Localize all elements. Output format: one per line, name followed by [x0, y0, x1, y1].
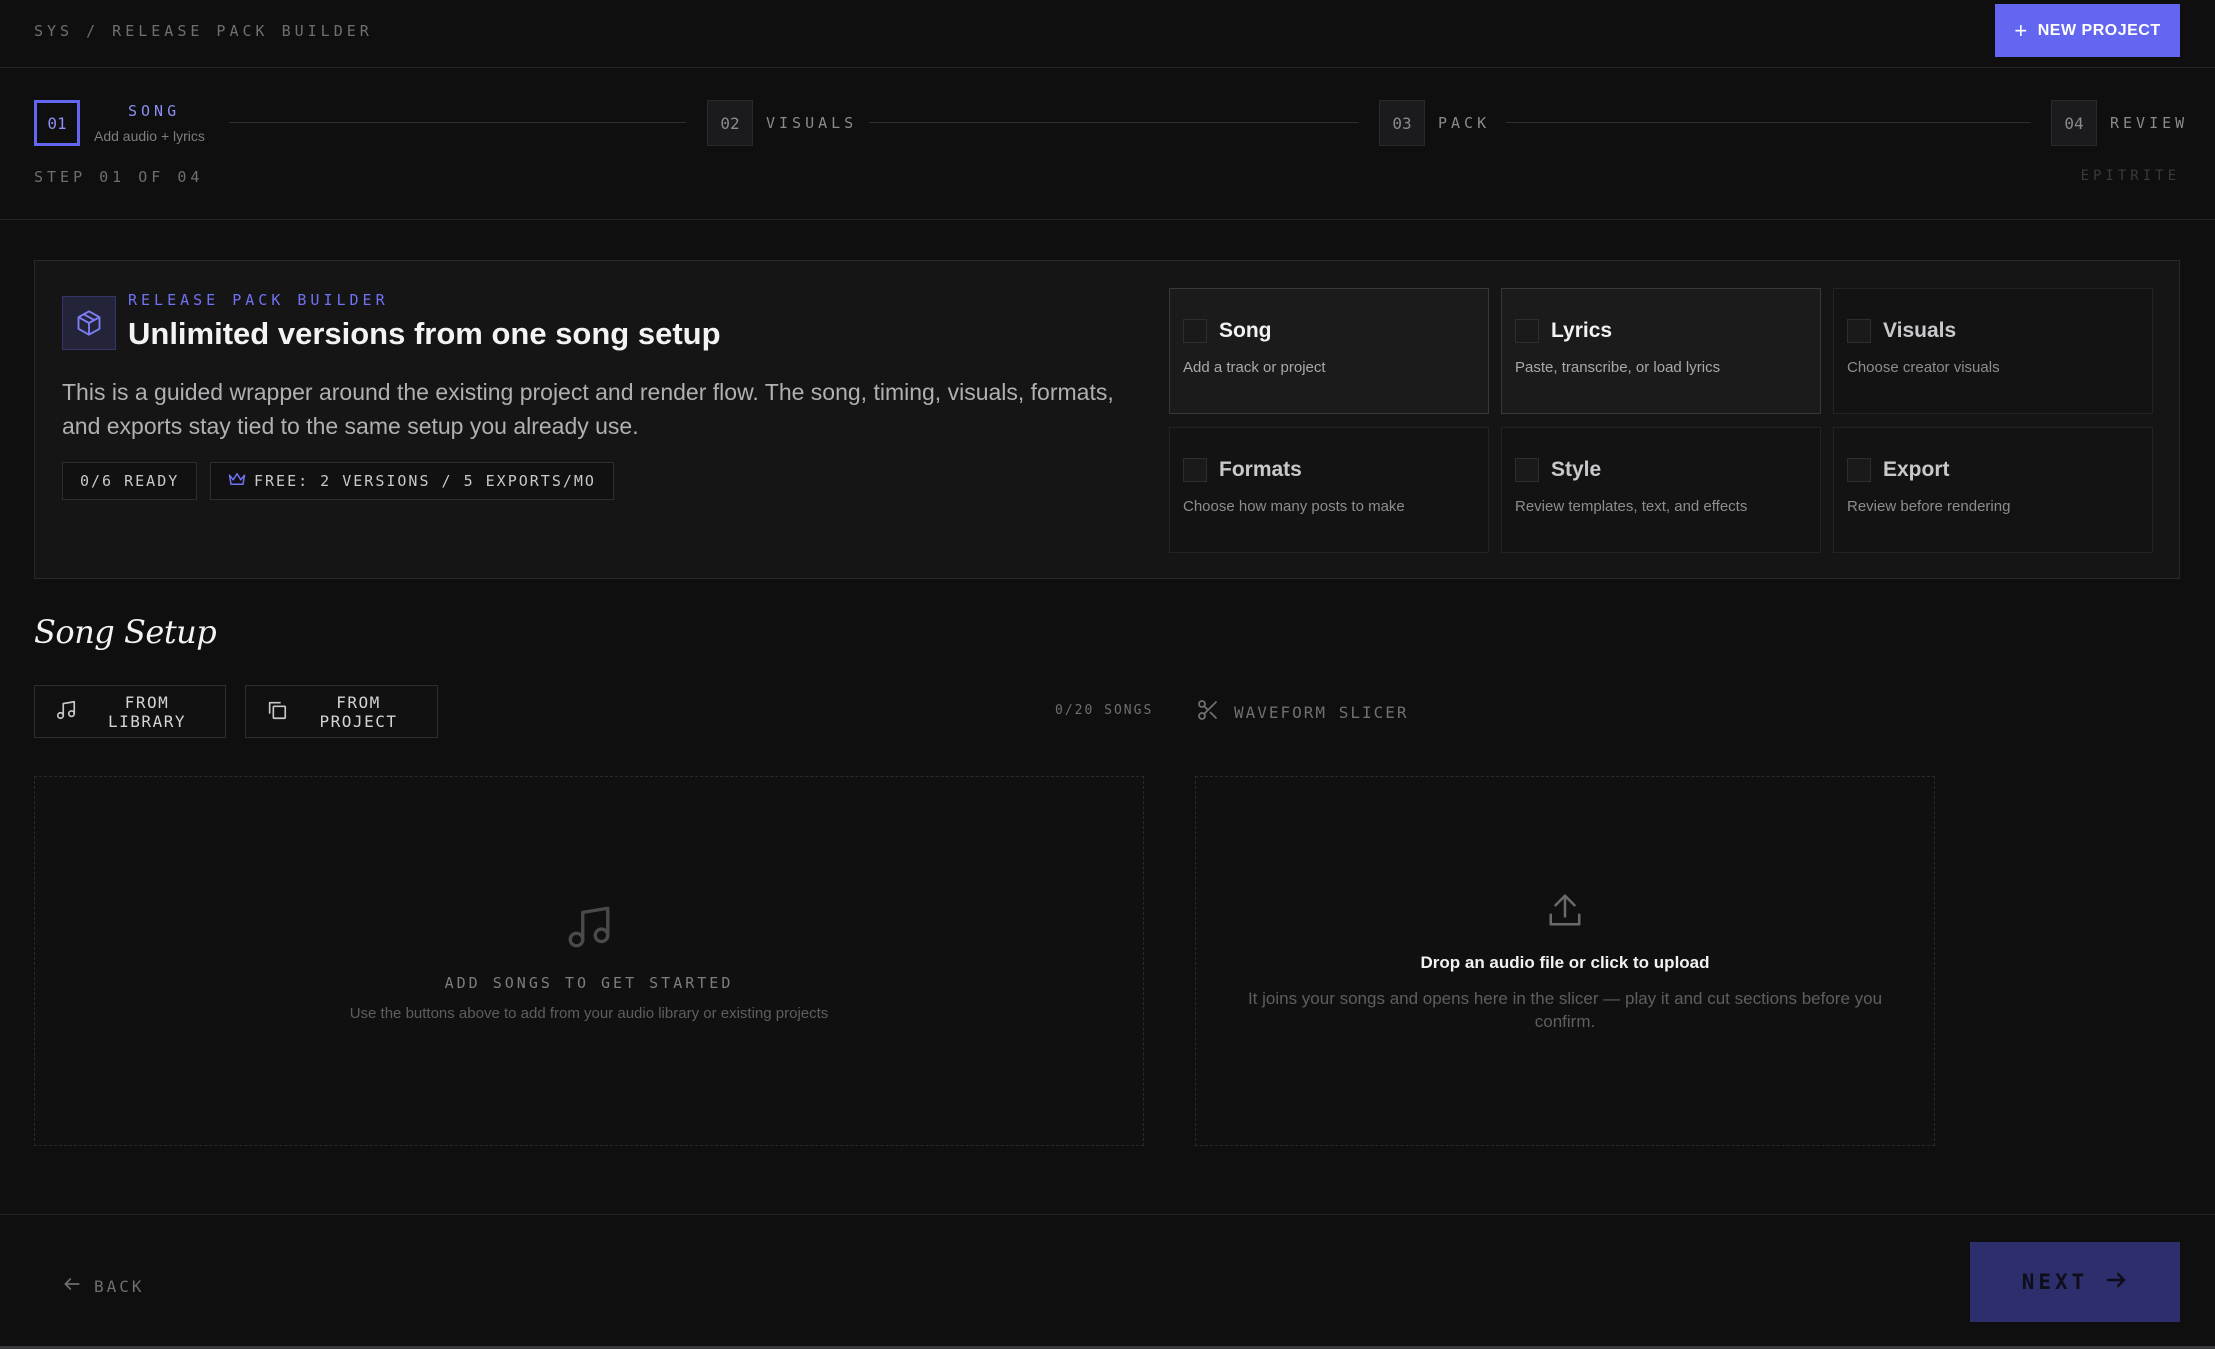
step-3-label[interactable]: PACK	[1438, 114, 1490, 132]
checkbox[interactable]	[1183, 319, 1207, 343]
checklist-formats[interactable]: Formats Choose how many posts to make	[1169, 427, 1489, 553]
empty-state-title: ADD SONGS TO GET STARTED	[444, 974, 734, 992]
step-connector	[1506, 122, 2031, 123]
new-project-button[interactable]: + NEW PROJECT	[1995, 4, 2180, 57]
checklist-title: Style	[1551, 458, 1602, 481]
checklist-sub: Choose creator visuals	[1847, 359, 2000, 376]
upload-title: Drop an audio file or click to upload	[1420, 953, 1710, 972]
checklist-title: Lyrics	[1551, 319, 1613, 342]
upload-dropzone[interactable]: Drop an audio file or click to upload It…	[1195, 776, 1935, 1146]
arrow-left-icon	[62, 1274, 82, 1298]
footer: BACK NEXT	[0, 1214, 2215, 1349]
checklist-sub: Paste, transcribe, or load lyrics	[1515, 359, 1721, 376]
copy-icon	[266, 699, 288, 725]
arrow-right-icon	[2104, 1268, 2128, 1297]
waveform-slicer-label: WAVEFORM SLICER	[1234, 702, 1409, 722]
hero-title: Unlimited versions from one song setup	[128, 316, 721, 351]
section-title: Song Setup	[34, 613, 217, 651]
step-3-number[interactable]: 03	[1379, 100, 1425, 146]
step-2-label[interactable]: VISUALS	[766, 114, 857, 132]
brand-label: EPITRITE	[2080, 168, 2180, 184]
checkbox[interactable]	[1847, 458, 1871, 482]
checklist-style[interactable]: Style Review templates, text, and effect…	[1501, 427, 1821, 553]
step-1-sub: Add audio + lyrics	[94, 128, 205, 144]
checklist-title: Formats	[1219, 458, 1302, 481]
step-1-label[interactable]: SONG	[128, 102, 180, 120]
empty-state-sub: Use the buttons above to add from your a…	[349, 1005, 829, 1022]
checklist-sub: Review templates, text, and effects	[1515, 498, 1748, 515]
step-1-number[interactable]: 01	[34, 100, 80, 146]
back-button[interactable]: BACK	[62, 1274, 145, 1298]
hero-description: This is a guided wrapper around the exis…	[62, 379, 1114, 439]
checklist-visuals[interactable]: Visuals Choose creator visuals	[1833, 288, 2153, 414]
plan-pill[interactable]: FREE: 2 VERSIONS / 5 EXPORTS/MO	[210, 462, 614, 500]
crown-icon	[228, 471, 246, 491]
ready-pill: 0/6 READY	[62, 462, 198, 500]
checkbox[interactable]	[1515, 319, 1539, 343]
next-label: NEXT	[2021, 1270, 2089, 1294]
music-note-icon	[55, 699, 77, 725]
top-bar: SYS / RELEASE PACK BUILDER + NEW PROJECT	[0, 0, 2215, 68]
step-2-number[interactable]: 02	[707, 100, 753, 146]
checkbox[interactable]	[1183, 458, 1207, 482]
checklist-title: Visuals	[1883, 319, 1957, 342]
song-count: 0/20 SONGS	[1055, 703, 1154, 718]
package-icon	[62, 296, 116, 350]
songs-empty-state: ADD SONGS TO GET STARTED Use the buttons…	[34, 776, 1144, 1146]
checkbox[interactable]	[1847, 319, 1871, 343]
checklist-title: Export	[1883, 458, 1950, 481]
plus-icon: +	[2014, 17, 2028, 43]
waveform-slicer[interactable]: WAVEFORM SLICER	[1196, 698, 1409, 726]
upload-icon	[1546, 891, 1584, 934]
from-library-label: FROM LIBRARY	[108, 692, 186, 731]
step-connector	[869, 122, 1359, 123]
music-note-icon	[564, 902, 614, 957]
plan-pill-label: FREE: 2 VERSIONS / 5 EXPORTS/MO	[254, 472, 596, 490]
breadcrumb: SYS / RELEASE PACK BUILDER	[34, 22, 373, 40]
ready-pill-label: 0/6 READY	[80, 472, 180, 490]
from-project-label: FROM PROJECT	[319, 692, 398, 731]
back-label: BACK	[94, 1276, 145, 1296]
step-count: STEP 01 OF 04	[34, 168, 204, 186]
next-button[interactable]: NEXT	[1970, 1242, 2180, 1322]
checklist-export[interactable]: Export Review before rendering	[1833, 427, 2153, 553]
checklist-sub: Choose how many posts to make	[1183, 498, 1405, 515]
step-connector	[229, 122, 686, 123]
new-project-label: NEW PROJECT	[2037, 21, 2161, 39]
scissors-icon	[1196, 698, 1220, 726]
checkbox[interactable]	[1515, 458, 1539, 482]
checklist-title: Song	[1219, 319, 1272, 342]
checklist-sub: Add a track or project	[1183, 359, 1326, 376]
checklist-song[interactable]: Song Add a track or project	[1169, 288, 1489, 414]
upload-sub: It joins your songs and opens here in th…	[1247, 989, 1883, 1031]
step-4-number[interactable]: 04	[2051, 100, 2097, 146]
checklist-sub: Review before rendering	[1847, 498, 2011, 515]
stepper: 01 SONG Add audio + lyrics 02 VISUALS 03…	[0, 68, 2215, 220]
hero-card: RELEASE PACK BUILDER Unlimited versions …	[34, 260, 2180, 579]
step-4-label[interactable]: REVIEW	[2110, 114, 2188, 132]
from-project-button[interactable]: FROM PROJECT	[245, 685, 438, 738]
from-library-button[interactable]: FROM LIBRARY	[34, 685, 226, 738]
hero-eyebrow: RELEASE PACK BUILDER	[128, 291, 389, 309]
checklist-lyrics[interactable]: Lyrics Paste, transcribe, or load lyrics	[1501, 288, 1821, 414]
